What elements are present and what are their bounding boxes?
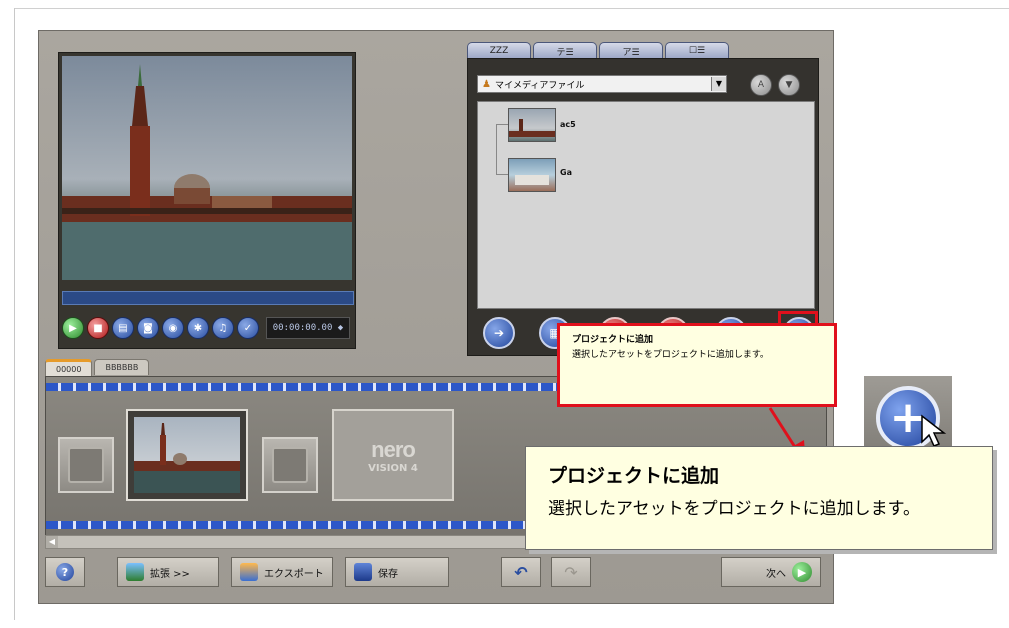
tooltip-large-title: プロジェクトに追加: [548, 465, 720, 487]
add-to-project-tooltip-large: プロジェクトに追加 選択したアセットをプロジェクトに追加します。: [525, 446, 993, 550]
tooltip-large-body: 選択したアセットをプロジェクトに追加します。: [548, 499, 920, 519]
mouse-cursor-icon: [921, 414, 947, 447]
